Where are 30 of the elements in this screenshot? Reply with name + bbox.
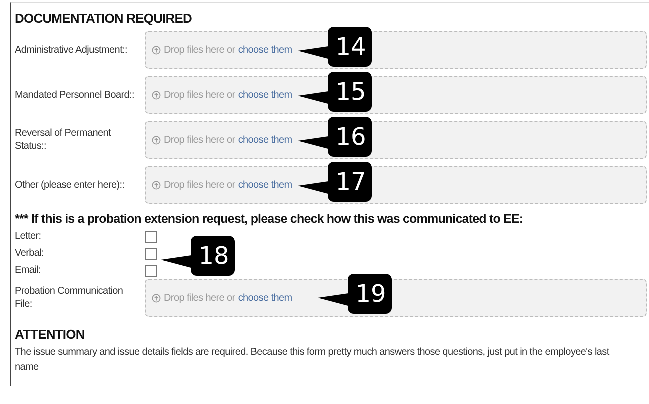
- drop-hint: Drop files here or: [164, 44, 236, 56]
- choose-files-link[interactable]: choose them: [238, 180, 292, 190]
- upload-icon: [152, 136, 161, 144]
- choose-files-link[interactable]: choose them: [238, 44, 292, 56]
- choose-files-link[interactable]: choose them: [238, 292, 292, 304]
- section-heading: DOCUMENTATION REQUIRED: [15, 11, 194, 26]
- field-label: Mandated Personnel Board::: [15, 88, 136, 102]
- section-heading: ATTENTION: [15, 327, 86, 342]
- drop-hint: Drop files here or: [164, 134, 236, 146]
- question-text: *** If this is a probation extension request, please check how this was communicated to EE:: [15, 212, 524, 226]
- checkbox-label: Letter:: [15, 231, 42, 242]
- upload-icon: [152, 294, 161, 302]
- upload-icon: [152, 46, 161, 54]
- attention-text: The issue summary and issue details fields are required. Because this form pretty much answers those questions, just put in the employee's last name: [15, 346, 611, 375]
- field-label: Reversal of Permanent Status::: [15, 127, 112, 153]
- checkbox-label: Verbal:: [15, 248, 46, 259]
- checkbox-label: Email:: [15, 265, 42, 276]
- drop-hint: Drop files here or: [164, 292, 236, 304]
- choose-files-link[interactable]: choose them: [238, 134, 292, 146]
- checkbox[interactable]: [145, 230, 157, 242]
- field-label: Administrative Adjustment::: [15, 44, 129, 56]
- field-label: Probation Communication File:: [15, 285, 124, 311]
- checkbox[interactable]: [145, 248, 157, 260]
- drop-hint: Drop files here or: [164, 180, 236, 190]
- field-label: Other (please enter here)::: [15, 178, 126, 192]
- checkbox[interactable]: [145, 264, 157, 276]
- choose-files-link[interactable]: choose them: [238, 90, 292, 100]
- drop-hint: Drop files here or: [164, 90, 236, 100]
- upload-icon: [152, 90, 161, 100]
- upload-icon: [152, 180, 161, 190]
